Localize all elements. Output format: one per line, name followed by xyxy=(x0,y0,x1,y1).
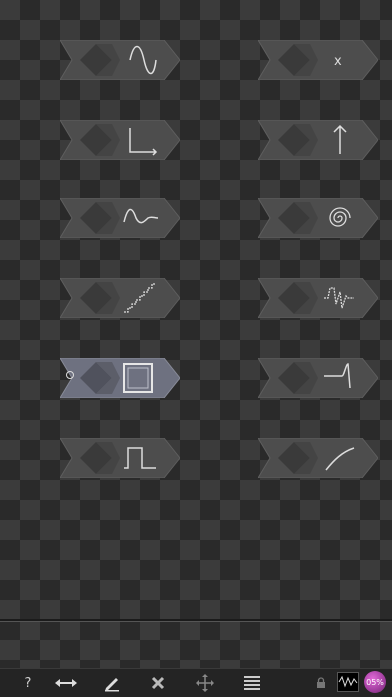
delete-icon xyxy=(151,676,165,690)
module-noise[interactable] xyxy=(258,278,378,318)
module-staircase[interactable] xyxy=(60,278,180,318)
lock-icon xyxy=(317,677,325,688)
module-axes[interactable] xyxy=(60,120,180,160)
module-square[interactable] xyxy=(60,358,180,398)
pencil-button[interactable] xyxy=(100,669,124,697)
stretch-button[interactable] xyxy=(52,669,80,697)
module-up-arrow[interactable] xyxy=(258,120,378,160)
module-curve[interactable] xyxy=(258,438,378,478)
list-button[interactable] xyxy=(240,669,264,697)
module-sine[interactable] xyxy=(60,40,180,80)
delete-button[interactable] xyxy=(146,669,170,697)
module-peak[interactable] xyxy=(258,358,378,398)
module-decay[interactable] xyxy=(60,198,180,238)
module-spiral[interactable] xyxy=(258,198,378,238)
pencil-icon xyxy=(105,678,119,692)
bottom-toolbar: ? xyxy=(0,668,392,697)
move-icon xyxy=(196,674,214,692)
module-pulse[interactable] xyxy=(60,438,180,478)
scope-icon xyxy=(338,675,358,688)
module-x[interactable]: x xyxy=(258,40,378,80)
stretch-icon xyxy=(55,679,77,687)
help-icon: ? xyxy=(24,675,32,691)
x-mark-icon: x xyxy=(334,54,342,69)
help-button[interactable]: ? xyxy=(18,669,38,697)
move-button[interactable] xyxy=(193,669,217,697)
scope-display[interactable] xyxy=(337,672,359,692)
panel-divider xyxy=(0,619,392,621)
lock-button[interactable] xyxy=(312,669,330,697)
list-icon xyxy=(244,676,260,690)
status-badge[interactable]: 05% xyxy=(364,671,386,693)
selected-indicator xyxy=(66,371,74,379)
